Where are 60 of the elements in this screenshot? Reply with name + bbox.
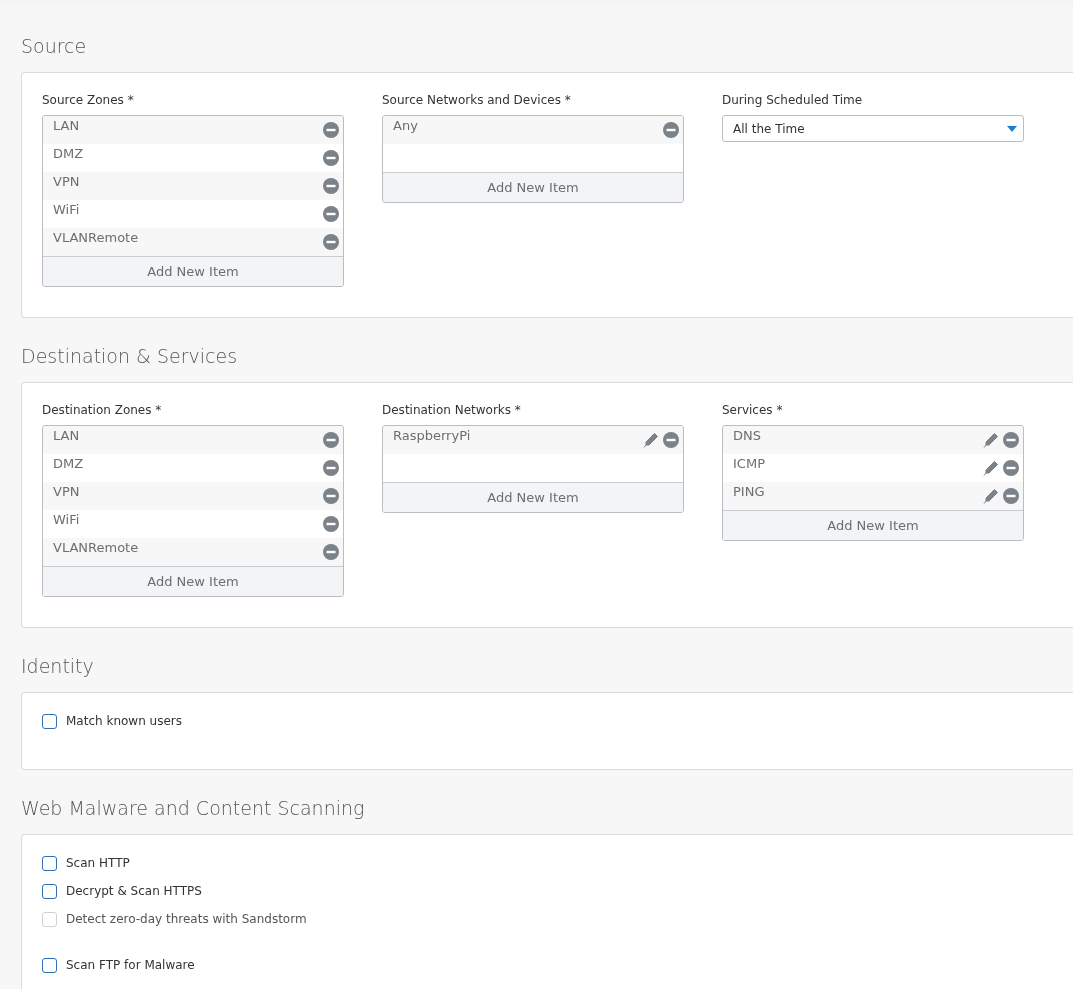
checkbox-label: Detect zero-day threats with Sandstorm: [66, 912, 307, 926]
remove-icon[interactable]: [323, 460, 339, 476]
list-item-text: VLANRemote: [53, 229, 139, 247]
checkbox[interactable]: [42, 957, 57, 973]
list-item-text: DMZ: [53, 145, 84, 163]
list-item-text: WiFi: [53, 511, 80, 529]
remove-icon[interactable]: [323, 432, 339, 448]
list-item-text: Any: [393, 117, 418, 135]
add-new-item-button[interactable]: Add New Item: [723, 510, 1023, 540]
remove-icon[interactable]: [323, 516, 339, 532]
add-new-item-button[interactable]: Add New Item: [383, 482, 683, 512]
pencil-icon[interactable]: [643, 432, 659, 448]
checkbox-label: Scan HTTP: [66, 856, 130, 870]
schedule-dropdown[interactable]: All the Time: [722, 115, 1024, 142]
list-item-text: PING: [733, 483, 765, 501]
field-label: During Scheduled Time: [722, 93, 863, 107]
checkbox-label: Match known users: [66, 714, 182, 728]
list-item-text: VLANRemote: [53, 539, 139, 557]
add-new-item-button[interactable]: Add New Item: [43, 566, 343, 596]
add-new-item-button[interactable]: Add New Item: [43, 256, 343, 286]
field-label: Source Zones *: [42, 93, 134, 107]
caret-icon: [1007, 125, 1017, 132]
checkbox-label: Scan FTP for Malware: [66, 958, 195, 972]
field-label: Destination Zones *: [42, 403, 162, 417]
remove-icon[interactable]: [323, 150, 339, 166]
remove-icon[interactable]: [323, 206, 339, 222]
list-item-text: LAN: [53, 117, 80, 135]
section-heading: Web Malware and Content Scanning: [21, 796, 366, 821]
list-item-text: RaspberryPi: [393, 427, 471, 445]
list-item-text: DMZ: [53, 455, 84, 473]
list-item-text: WiFi: [53, 201, 80, 219]
remove-icon[interactable]: [1003, 432, 1019, 448]
section-heading: Identity: [21, 654, 95, 679]
list-item-text: VPN: [53, 173, 80, 191]
list-item-text: VPN: [53, 483, 80, 501]
remove-icon[interactable]: [323, 178, 339, 194]
remove-icon[interactable]: [323, 122, 339, 138]
remove-icon[interactable]: [323, 544, 339, 560]
field-label: Services *: [722, 403, 783, 417]
remove-icon[interactable]: [1003, 488, 1019, 504]
remove-icon[interactable]: [663, 432, 679, 448]
section-heading: Destination & Services: [21, 344, 239, 369]
list-item-text: DNS: [733, 427, 761, 445]
list-item-text: LAN: [53, 427, 80, 445]
field-label: Destination Networks *: [382, 403, 521, 417]
pencil-icon[interactable]: [983, 460, 999, 476]
pencil-icon[interactable]: [983, 488, 999, 504]
checkbox-label: Decrypt & Scan HTTPS: [66, 884, 202, 898]
checkbox[interactable]: [42, 883, 57, 899]
checkbox[interactable]: [42, 855, 57, 871]
list-item-text: ICMP: [733, 455, 765, 473]
remove-icon[interactable]: [1003, 460, 1019, 476]
pencil-icon[interactable]: [983, 432, 999, 448]
field-label: Source Networks and Devices *: [382, 93, 571, 107]
remove-icon[interactable]: [663, 122, 679, 138]
checkbox[interactable]: [42, 713, 57, 729]
add-new-item-button[interactable]: Add New Item: [383, 172, 683, 202]
section-heading: Source: [21, 34, 88, 59]
remove-icon[interactable]: [323, 488, 339, 504]
remove-icon[interactable]: [323, 234, 339, 250]
